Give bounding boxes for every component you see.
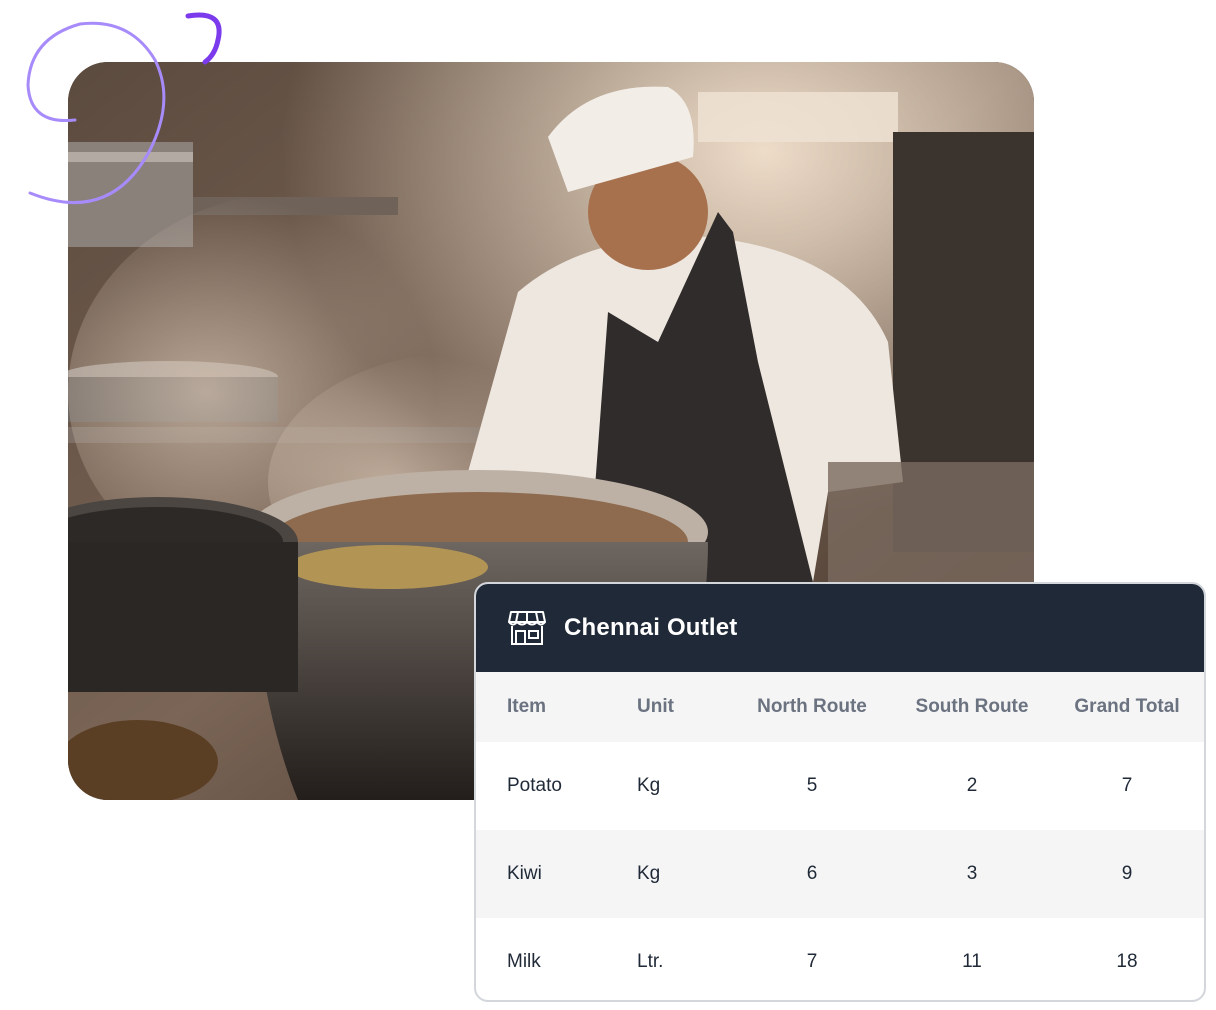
cell-north-route: 7 bbox=[806, 951, 818, 972]
card-header: Chennai Outlet bbox=[476, 584, 1204, 672]
cell-south-route: 2 bbox=[966, 775, 978, 796]
cell-north-route: 6 bbox=[806, 863, 818, 884]
cell-grand-total: 7 bbox=[1121, 775, 1133, 796]
cell-north-route: 5 bbox=[806, 775, 818, 796]
table-row: Kiwi Kg 6 3 9 bbox=[476, 830, 1204, 918]
cell-south-route: 11 bbox=[962, 951, 982, 972]
cell-grand-total: 9 bbox=[1121, 863, 1133, 884]
hero-composition: Chennai Outlet Item Unit North Route Sou… bbox=[0, 0, 1216, 1010]
table-header-row: Item Unit North Route South Route Grand … bbox=[476, 672, 1204, 742]
column-header-north-route: North Route bbox=[757, 696, 867, 717]
cell-south-route: 3 bbox=[966, 863, 978, 884]
cell-grand-total: 18 bbox=[1116, 951, 1138, 972]
column-header-unit: Unit bbox=[637, 696, 674, 717]
store-icon bbox=[508, 610, 546, 646]
cell-item: Potato bbox=[507, 775, 562, 796]
outlet-title: Chennai Outlet bbox=[564, 614, 738, 641]
cell-unit: Ltr. bbox=[637, 951, 664, 972]
cell-item: Milk bbox=[507, 951, 541, 972]
cell-item: Kiwi bbox=[507, 863, 542, 884]
table-row: Milk Ltr. 7 11 18 bbox=[476, 918, 1204, 1000]
table-row: Potato Kg 5 2 7 bbox=[476, 742, 1204, 830]
outlet-inventory-card: Chennai Outlet Item Unit North Route Sou… bbox=[474, 582, 1206, 1002]
column-header-south-route: South Route bbox=[915, 696, 1029, 717]
column-header-grand-total: Grand Total bbox=[1074, 696, 1180, 717]
cell-unit: Kg bbox=[637, 863, 661, 884]
cell-unit: Kg bbox=[637, 775, 661, 796]
column-header-item: Item bbox=[507, 696, 547, 717]
